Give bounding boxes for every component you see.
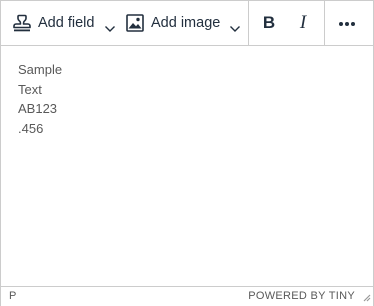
content-line: Text bbox=[18, 81, 42, 97]
rich-text-editor: Add field Add image B I Sample Text AB12… bbox=[0, 0, 374, 306]
italic-icon: I bbox=[299, 12, 307, 33]
chevron-down-icon[interactable] bbox=[104, 20, 116, 38]
content-line: Sample bbox=[18, 62, 63, 77]
add-field-label: Add field bbox=[38, 15, 95, 31]
toolbar-divider bbox=[324, 1, 325, 45]
editor-toolbar: Add field Add image B I bbox=[1, 1, 373, 46]
resize-handle-icon[interactable] bbox=[361, 292, 371, 305]
toolbar-divider bbox=[248, 1, 249, 45]
content-text: Sample Text AB123 .456 bbox=[18, 60, 62, 138]
bold-button[interactable]: B bbox=[255, 7, 283, 39]
content-line: .456 bbox=[18, 120, 44, 136]
image-icon bbox=[125, 13, 145, 38]
italic-button[interactable]: I bbox=[289, 7, 317, 39]
editor-content-area[interactable]: Sample Text AB123 .456 bbox=[1, 46, 373, 286]
chevron-down-icon[interactable] bbox=[229, 20, 241, 38]
more-button[interactable] bbox=[331, 7, 363, 39]
stamp-icon bbox=[12, 13, 32, 38]
add-image-button[interactable]: Add image bbox=[120, 7, 244, 39]
add-field-button[interactable]: Add field bbox=[7, 7, 119, 39]
more-horizontal-icon bbox=[338, 14, 356, 32]
editor-statusbar: P POWERED BY TINY bbox=[1, 286, 373, 306]
bold-icon: B bbox=[262, 13, 276, 32]
add-image-label: Add image bbox=[151, 15, 221, 31]
content-line: AB123 bbox=[18, 101, 58, 116]
element-path[interactable]: P bbox=[9, 290, 16, 302]
powered-by-tiny-link[interactable]: POWERED BY TINY bbox=[248, 290, 355, 302]
